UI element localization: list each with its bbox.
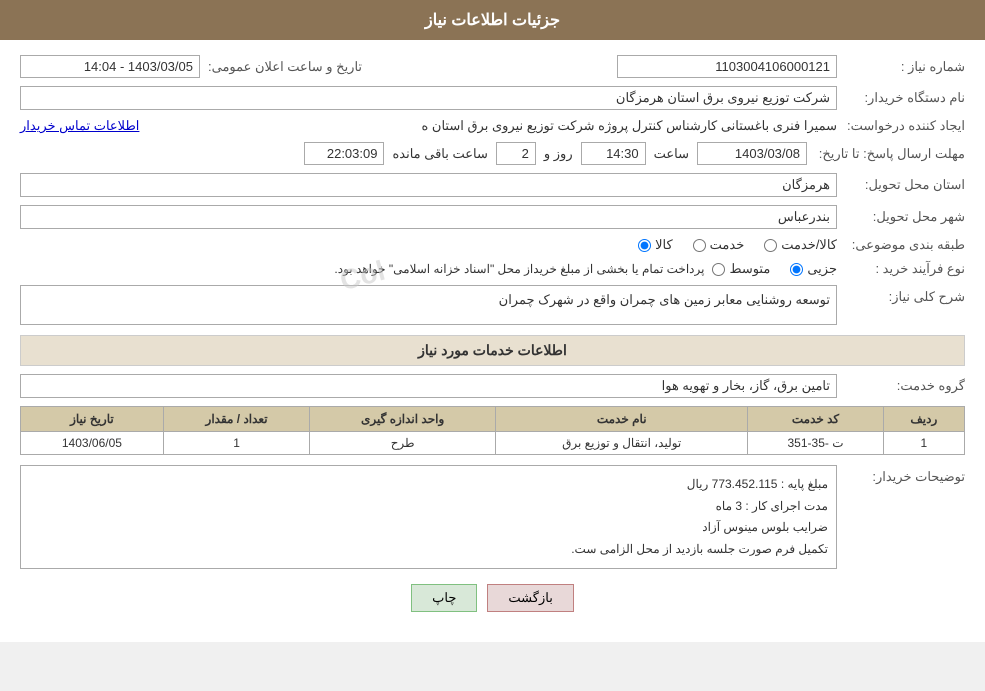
description-value: توسعه روشنایی معابر زمین های چمران واقع … — [20, 285, 837, 325]
requester-org-label: نام دستگاه خریدار: — [845, 90, 965, 106]
need-number-row: شماره نیاز : 1103004106000121 تاریخ و سا… — [20, 55, 965, 78]
creator-contact-link[interactable]: اطلاعات تماس خریدار — [20, 118, 139, 134]
col-qty: تعداد / مقدار — [163, 407, 309, 432]
services-table-body: 1 ت -35-351 تولید، انتقال و توزیع برق طر… — [21, 432, 965, 455]
services-header-row: ردیف کد خدمت نام خدمت واحد اندازه گیری ت… — [21, 407, 965, 432]
service-group-value: تامین برق، گاز، بخار و تهویه هوا — [20, 374, 837, 398]
page-wrapper: جزئیات اطلاعات نیاز شماره نیاز : 1103004… — [0, 0, 985, 642]
buyer-desc-value: مبلغ پایه : 773.452.115 ریال مدت اجرای ک… — [20, 465, 837, 569]
category-options: کالا خدمت کالا/خدمت — [638, 237, 837, 253]
purchase-type-label: نوع فرآیند خرید : — [845, 261, 965, 277]
services-table: ردیف کد خدمت نام خدمت واحد اندازه گیری ت… — [20, 406, 965, 455]
deadline-remaining-value: 22:03:09 — [304, 142, 384, 165]
deadline-remaining-label: ساعت باقی مانده — [392, 146, 487, 162]
category-kala-radio[interactable] — [638, 239, 651, 252]
cell-unit: طرح — [310, 432, 496, 455]
category-both-item[interactable]: کالا/خدمت — [764, 237, 837, 253]
purchase-options-group: جزیی متوسط — [712, 261, 837, 277]
cell-name: تولید، انتقال و توزیع برق — [496, 432, 748, 455]
need-number-value: 1103004106000121 — [617, 55, 837, 78]
cell-row: 1 — [883, 432, 964, 455]
cell-qty: 1 — [163, 432, 309, 455]
deadline-time-value: 14:30 — [581, 142, 646, 165]
requester-org-value: شرکت توزیع نیروی برق استان هرمزگان — [20, 86, 837, 110]
purchase-partial-item[interactable]: جزیی — [790, 261, 837, 277]
creator-row: ایجاد کننده درخواست: سمیرا فنری باغستانی… — [20, 118, 965, 134]
buyer-desc-row: توضیحات خریدار: مبلغ پایه : 773.452.115 … — [20, 465, 965, 569]
purchase-medium-item[interactable]: متوسط — [712, 261, 770, 277]
description-label: شرح کلی نیاز: — [845, 285, 965, 305]
print-button[interactable]: چاپ — [411, 584, 477, 612]
province-value: هرمزگان — [20, 173, 837, 197]
deadline-date-value: 1403/03/08 — [697, 142, 807, 165]
page-title: جزئیات اطلاعات نیاز — [0, 0, 985, 40]
requester-org-row: نام دستگاه خریدار: شرکت توزیع نیروی برق … — [20, 86, 965, 110]
category-kala-label: کالا — [655, 237, 673, 253]
col-unit: واحد اندازه گیری — [310, 407, 496, 432]
back-button[interactable]: بازگشت — [487, 584, 573, 612]
category-both-label: کالا/خدمت — [781, 237, 837, 253]
need-number-label: شماره نیاز : — [845, 59, 965, 75]
creator-label: ایجاد کننده درخواست: — [845, 118, 965, 134]
buyer-desc-label: توضیحات خریدار: — [845, 465, 965, 485]
cell-date: 1403/06/05 — [21, 432, 164, 455]
content-area: شماره نیاز : 1103004106000121 تاریخ و سا… — [0, 40, 985, 642]
city-row: شهر محل تحویل: بندرعباس — [20, 205, 965, 229]
deadline-label: مهلت ارسال پاسخ: تا تاریخ: — [815, 146, 965, 162]
purchase-partial-radio[interactable] — [790, 263, 803, 276]
button-row: بازگشت چاپ — [20, 584, 965, 627]
category-label: طبقه بندی موضوعی: — [845, 237, 965, 253]
purchase-note: پرداخت تمام یا بخشی از مبلغ خریداز محل "… — [334, 262, 704, 276]
col-name: نام خدمت — [496, 407, 748, 432]
deadline-day-label: روز و — [544, 146, 573, 162]
category-service-item[interactable]: خدمت — [693, 237, 745, 253]
service-group-label: گروه خدمت: — [845, 378, 965, 394]
purchase-type-row: نوع فرآیند خرید : جزیی متوسط پرداخت تمام… — [20, 261, 965, 277]
category-kala-item[interactable]: کالا — [638, 237, 673, 253]
city-value: بندرعباس — [20, 205, 837, 229]
deadline-row: مهلت ارسال پاسخ: تا تاریخ: 1403/03/08 سا… — [20, 142, 965, 165]
creator-prefix: سمیرا فنری باغستانی کارشناس کنترل پروژه … — [147, 118, 837, 134]
date-range-value: 1403/03/05 - 14:04 — [20, 55, 200, 78]
purchase-medium-radio[interactable] — [712, 263, 725, 276]
service-group-row: گروه خدمت: تامین برق، گاز، بخار و تهویه … — [20, 374, 965, 398]
col-code: کد خدمت — [748, 407, 883, 432]
date-label: تاریخ و ساعت اعلان عمومی: — [208, 59, 362, 75]
category-row: طبقه بندی موضوعی: کالا خدمت کالا/خدمت — [20, 237, 965, 253]
category-service-radio[interactable] — [693, 239, 706, 252]
deadline-days-value: 2 — [496, 142, 536, 165]
category-service-label: خدمت — [710, 237, 745, 253]
services-section-title: اطلاعات خدمات مورد نیاز — [20, 335, 965, 366]
services-table-header: ردیف کد خدمت نام خدمت واحد اندازه گیری ت… — [21, 407, 965, 432]
purchase-medium-label: متوسط — [729, 261, 770, 277]
col-date: تاریخ نیاز — [21, 407, 164, 432]
cell-code: ت -35-351 — [748, 432, 883, 455]
category-both-radio[interactable] — [764, 239, 777, 252]
province-label: استان محل تحویل: — [845, 177, 965, 193]
purchase-partial-label: جزیی — [807, 261, 837, 277]
description-row: شرح کلی نیاز: توسعه روشنایی معابر زمین ه… — [20, 285, 965, 325]
col-row: ردیف — [883, 407, 964, 432]
table-row: 1 ت -35-351 تولید، انتقال و توزیع برق طر… — [21, 432, 965, 455]
province-row: استان محل تحویل: هرمزگان — [20, 173, 965, 197]
city-label: شهر محل تحویل: — [845, 209, 965, 225]
deadline-time-label: ساعت — [654, 146, 689, 162]
